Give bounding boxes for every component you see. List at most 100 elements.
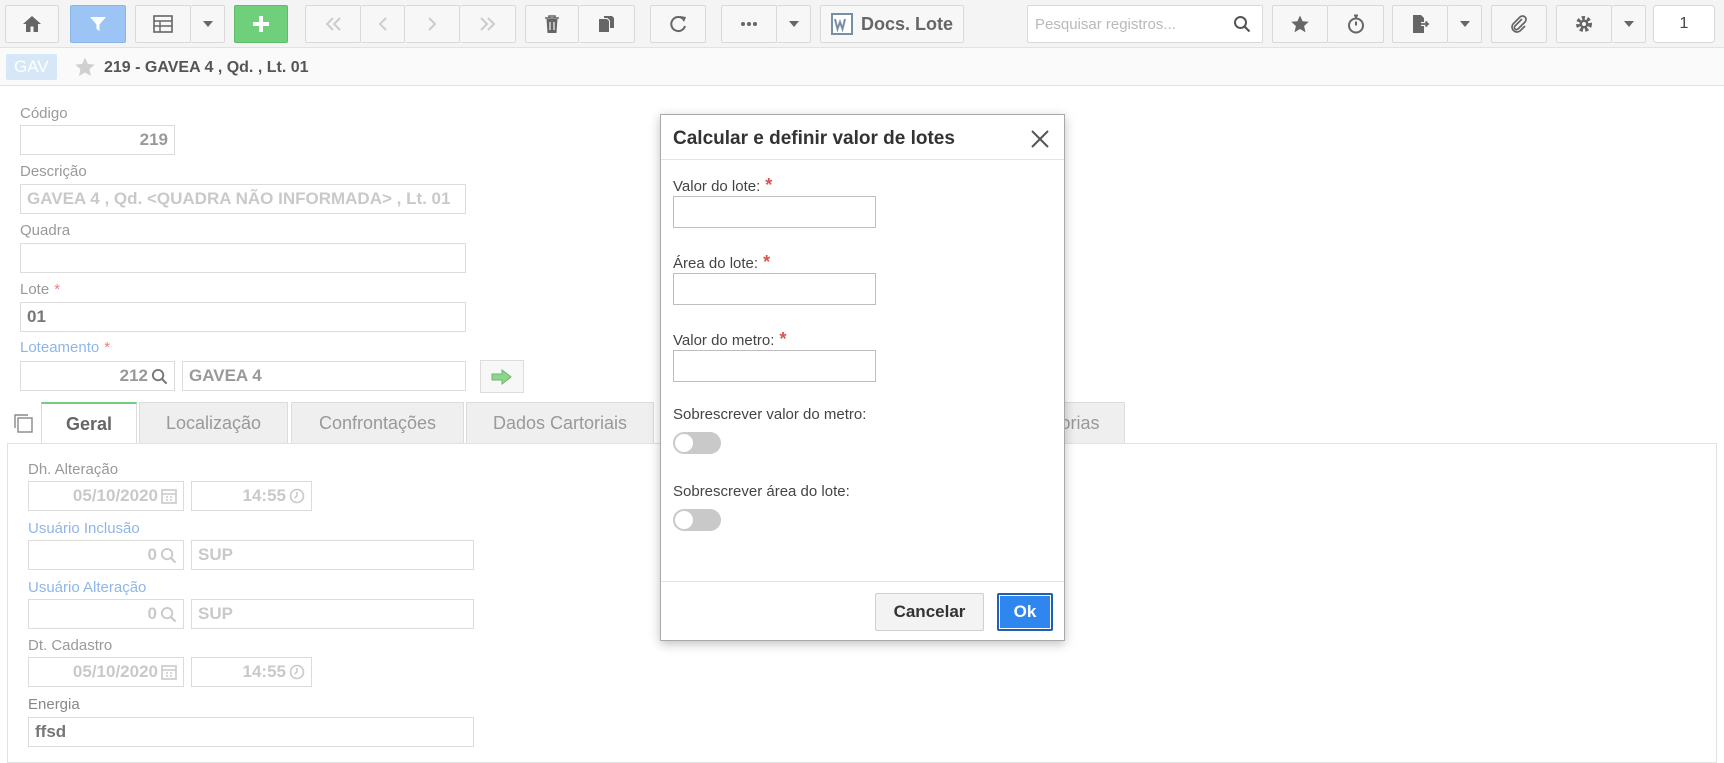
quadra-field[interactable] [20,243,466,273]
lote-field[interactable]: 01 [20,302,466,332]
energia-field[interactable]: ffsd [28,717,474,747]
docs-lote-label: Docs. Lote [861,13,954,34]
next-record-button[interactable] [405,5,460,43]
grid-icon [153,15,173,33]
favorite-button[interactable] [1272,5,1328,43]
clock-icon[interactable] [289,488,305,504]
copy-tabs-icon[interactable] [12,412,34,439]
previous-record-button[interactable] [361,5,405,43]
sobrescrever-valor-metro-toggle[interactable] [673,432,721,454]
settings-button[interactable] [1556,5,1612,43]
required-mark: * [763,252,771,272]
tab-geral[interactable]: Geral [41,402,137,444]
record-header: GAV 219 - GAVEA 4 , Qd. , Lt. 01 [0,48,1724,86]
loteamento-label-text[interactable]: Loteamento [20,339,99,356]
valor-metro-input[interactable] [673,350,876,382]
star-icon[interactable] [74,56,96,83]
tab-confrontacoes[interactable]: Confrontações [291,402,464,443]
search-icon[interactable] [151,368,168,385]
dh-alteracao-date: 05/10/2020 [72,486,158,505]
required-mark: * [765,175,773,195]
last-record-button[interactable] [460,5,516,43]
valor-lote-input[interactable] [673,196,876,228]
settings-dropdown[interactable] [1612,5,1646,43]
usuario-inclusao-label[interactable]: Usuário Inclusão [28,520,140,537]
dt-cadastro-label: Dt. Cadastro [28,637,113,654]
dt-cadastro-time-field[interactable]: 14:55 [191,657,312,687]
filter-button[interactable] [70,5,126,43]
loteamento-name-field[interactable]: GAVEA 4 [182,361,466,391]
loteamento-label[interactable]: Loteamento * [20,339,110,356]
chevron-left-icon [378,17,387,31]
dh-alteracao-date-field[interactable]: 05/10/2020 [28,481,184,511]
dt-cadastro-date-field[interactable]: 05/10/2020 [28,657,184,687]
area-lote-input[interactable] [673,273,876,305]
search-icon[interactable] [160,547,177,564]
home-icon [23,16,41,32]
arrow-right-icon [491,368,512,385]
loteamento-code-field[interactable]: 212 [20,361,175,391]
caret-down-icon [1623,21,1634,27]
usuario-inclusao-name-field[interactable]: SUP [191,540,474,570]
calendar-icon[interactable] [161,664,177,680]
add-button[interactable] [234,5,288,43]
quadra-label: Quadra [20,222,71,239]
star-icon [1291,15,1309,33]
more-actions-dropdown[interactable] [777,5,811,43]
search-icon[interactable] [1233,15,1251,33]
export-button[interactable] [1392,5,1448,43]
usuario-alteracao-label[interactable]: Usuário Alteração [28,579,146,596]
close-button[interactable] [1028,127,1052,151]
caret-down-icon [1459,21,1470,27]
duplicate-button[interactable] [579,5,635,43]
docs-lote-button[interactable]: Docs. Lote [820,5,964,43]
calcular-valor-lotes-dialog: Calcular e definir valor de lotes Valor … [660,114,1065,641]
codigo-field[interactable]: 219 [20,125,175,155]
attach-button[interactable] [1491,5,1547,43]
valor-metro-label: Valor do metro: * [673,329,786,350]
copy-icon [598,16,614,32]
record-title: 219 - GAVEA 4 , Qd. , Lt. 01 [104,59,309,76]
cancel-button[interactable]: Cancelar [875,593,984,631]
usuario-alteracao-name-field[interactable]: SUP [191,599,474,629]
usuario-inclusao-code-field[interactable]: 0 [28,540,184,570]
chevron-right-icon [428,17,437,31]
lote-label-text: Lote [20,281,50,298]
required-mark: * [54,281,61,298]
grid-view-button[interactable] [135,5,191,43]
usuario-alteracao-code: 0 [147,604,157,623]
ok-button[interactable]: Ok [997,593,1053,631]
sobrescrever-area-lote-toggle[interactable] [673,509,721,531]
clock-icon[interactable] [289,664,305,680]
more-actions-button[interactable] [721,5,777,43]
dialog-title: Calcular e definir valor de lotes [673,128,955,149]
descricao-field[interactable]: GAVEA 4 , Qd. <QUADRA NÃO INFORMADA> , L… [20,184,466,214]
energia-label: Energia [28,696,80,713]
calendar-icon[interactable] [161,488,177,504]
filter-icon [90,17,106,31]
home-button[interactable] [5,5,59,43]
delete-button[interactable] [525,5,579,43]
lote-label: Lote * [20,281,60,298]
export-dropdown[interactable] [1448,5,1482,43]
trash-icon [545,15,559,33]
first-record-button[interactable] [305,5,361,43]
go-to-loteamento-button[interactable] [480,360,524,393]
stopwatch-icon [1347,14,1364,34]
close-icon [1031,130,1049,148]
grid-view-dropdown[interactable] [191,5,225,43]
usuario-alteracao-code-field[interactable]: 0 [28,599,184,629]
word-doc-icon [831,13,853,35]
page-number[interactable]: 1 [1653,5,1715,43]
refresh-button[interactable] [650,5,706,43]
search-icon[interactable] [160,606,177,623]
tab-dados-cartoriais[interactable]: Dados Cartoriais [466,402,654,443]
sobrescrever-area-lote-label: Sobrescrever área do lote: [673,483,850,500]
double-chevron-right-icon [479,17,495,31]
dh-alteracao-time-field[interactable]: 14:55 [191,481,312,511]
tab-localizacao[interactable]: Localização [139,402,288,443]
search-input[interactable] [1033,9,1233,39]
timer-button[interactable] [1328,5,1384,43]
dh-alteracao-label: Dh. Alteração [28,461,119,478]
export-icon [1413,15,1430,33]
